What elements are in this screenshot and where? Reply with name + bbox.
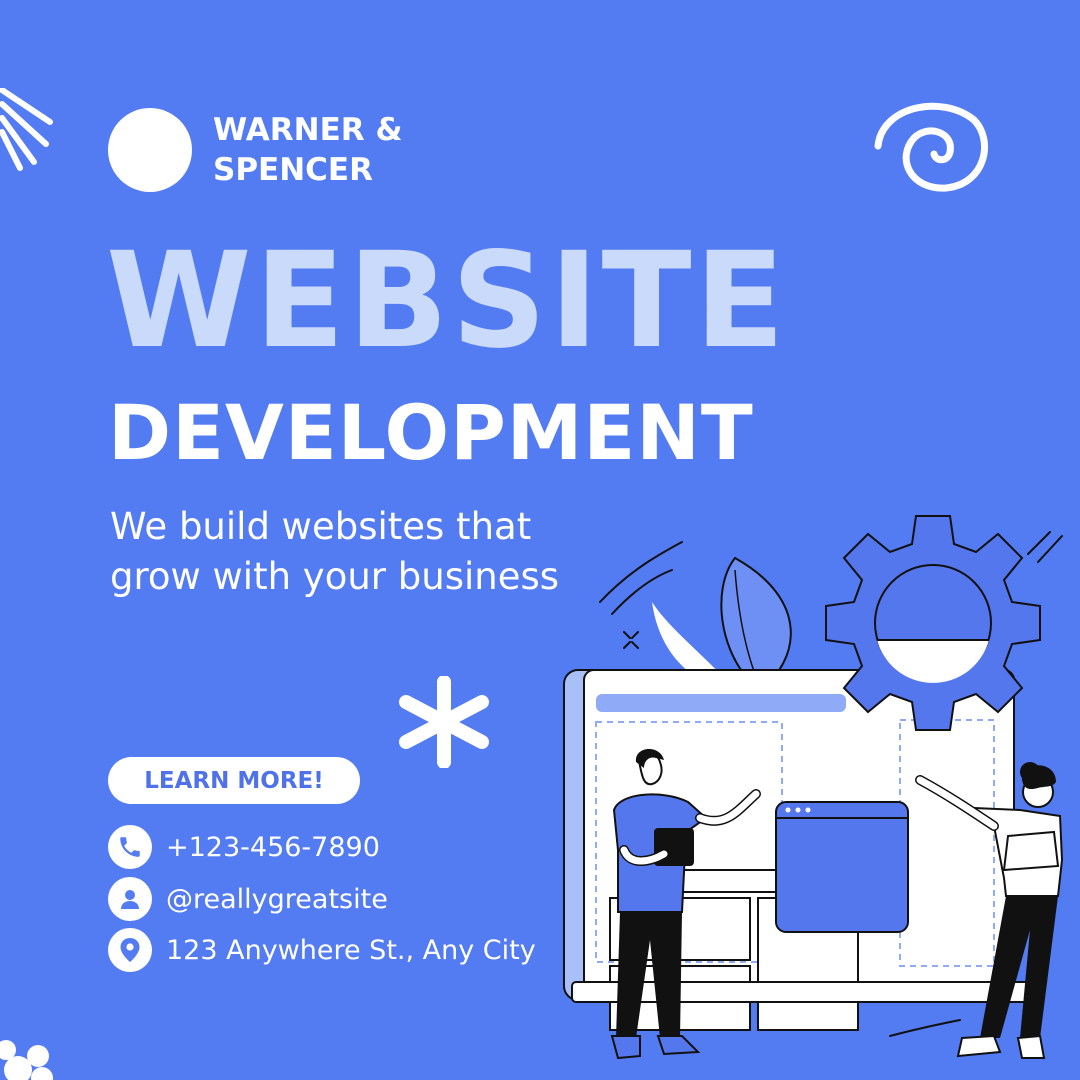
poster: WARNER & SPENCER WEBSITE DEVELOPMENT We … — [0, 0, 1080, 1080]
phone-icon — [108, 825, 152, 869]
sunburst-icon — [0, 88, 53, 171]
brand-line-2: SPENCER — [213, 152, 373, 188]
asterisk-icon — [399, 676, 489, 768]
address: 123 Anywhere St., Any City — [166, 934, 536, 966]
phone-number: +123-456-7890 — [166, 831, 380, 863]
popup-window — [775, 801, 909, 933]
gear-icon — [825, 515, 1041, 731]
contact-address: 123 Anywhere St., Any City — [108, 928, 536, 972]
location-pin-icon — [108, 928, 152, 972]
web-dev-illustration — [563, 515, 1064, 1060]
contact-social: @reallygreatsite — [108, 877, 388, 921]
headline-primary: WEBSITE — [106, 224, 788, 378]
brand-name: WARNER & SPENCER — [213, 110, 473, 190]
spiral-icon — [874, 102, 989, 192]
flower-icon — [0, 1040, 53, 1080]
headline-secondary: DEVELOPMENT — [108, 388, 754, 477]
brand-logo — [108, 108, 192, 192]
contact-phone: +123-456-7890 — [108, 825, 380, 869]
user-icon — [108, 877, 152, 921]
brand-line-1: WARNER & — [213, 112, 403, 148]
learn-more-button[interactable]: LEARN MORE! — [108, 757, 360, 804]
social-handle: @reallygreatsite — [166, 883, 388, 915]
